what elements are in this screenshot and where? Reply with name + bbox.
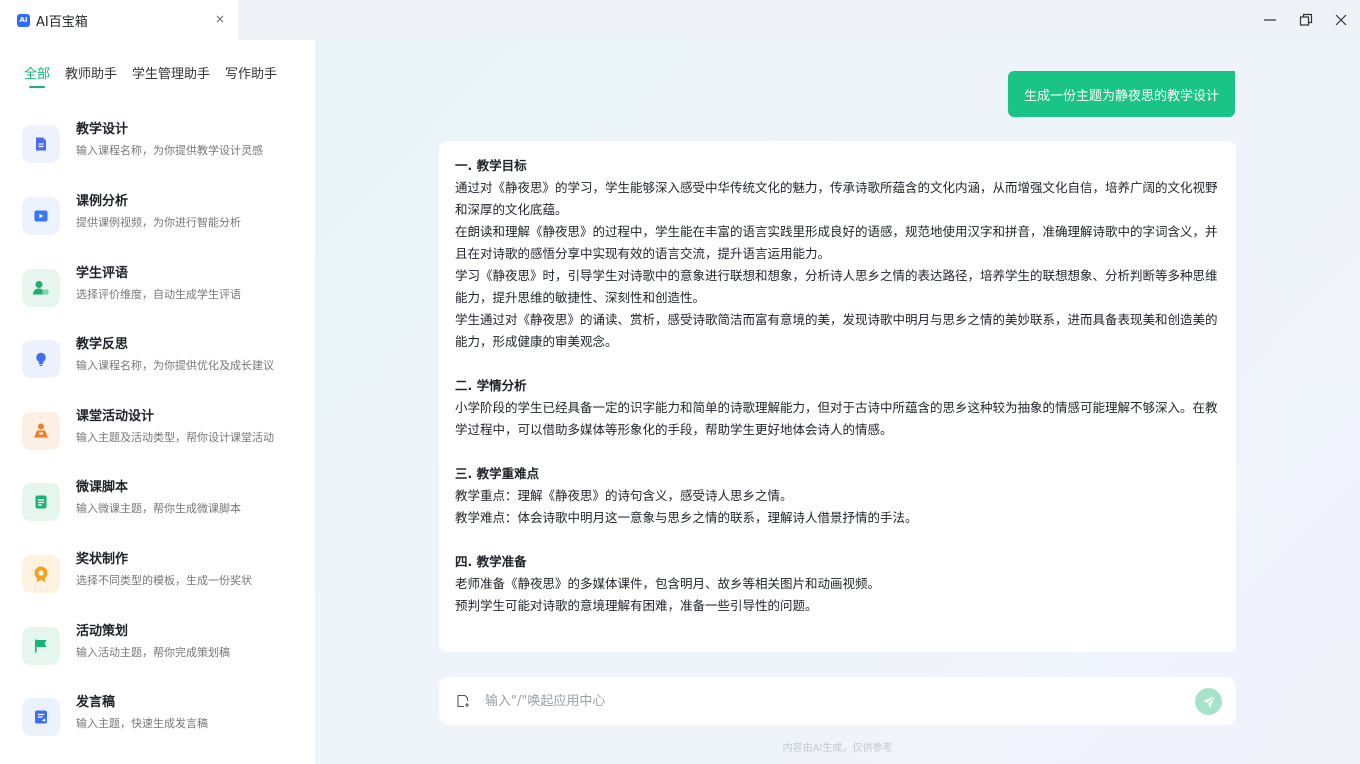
user-comment-icon bbox=[22, 269, 60, 307]
tool-class-activity-design[interactable]: 课堂活动设计 输入主题及活动类型，帮你设计课堂活动 bbox=[22, 405, 304, 461]
paragraph: 老师准备《静夜思》的多媒体课件，包含明月、故乡等相关图片和动画视频。 bbox=[455, 576, 881, 591]
tool-title: 课例分析 bbox=[76, 194, 129, 209]
ai-disclaimer: 内容由AI生成，仅供参考 bbox=[782, 743, 893, 754]
tab-writing-assistant[interactable]: 写作助手 bbox=[225, 67, 277, 89]
tool-certificate-maker[interactable]: 奖状制作 选择不同类型的模板，生成一份奖状 bbox=[22, 548, 304, 604]
tool-desc: 提供课例视频，为你进行智能分析 bbox=[76, 216, 241, 229]
answer-section-preparation: 四. 教学准备 老师准备《静夜思》的多媒体课件，包含明月、故乡等相关图片和动画视… bbox=[455, 551, 1220, 617]
answer-section-analysis: 二. 学情分析 小学阶段的学生已经具备一定的识字能力和简单的诗歌理解能力，但对于… bbox=[455, 375, 1220, 441]
activity-icon bbox=[22, 412, 60, 450]
send-icon bbox=[1202, 695, 1215, 708]
close-icon bbox=[1335, 14, 1347, 26]
section-title: 一. 教学目标 bbox=[455, 158, 527, 173]
paragraph: 学习《静夜思》时，引导学生对诗歌中的意象进行联想和想象，分析诗人思乡之情的表达路… bbox=[455, 268, 1218, 305]
tool-desc: 输入主题及活动类型，帮你设计课堂活动 bbox=[76, 431, 274, 444]
tool-event-planning[interactable]: 活动策划 输入活动主题，帮你完成策划稿 bbox=[22, 620, 304, 676]
title-bar: AI AI百宝箱 × bbox=[0, 0, 1360, 40]
tool-desc: 输入活动主题，帮你完成策划稿 bbox=[76, 646, 230, 659]
user-message-bubble: 生成一份主题为静夜思的教学设计 bbox=[1007, 71, 1235, 117]
section-title: 二. 学情分析 bbox=[455, 378, 527, 393]
chat-area: 生成一份主题为静夜思的教学设计 一. 教学目标 通过对《静夜思》的学习，学生能够… bbox=[315, 40, 1360, 764]
tool-title: 活动策划 bbox=[76, 624, 129, 639]
tool-title: 教学反思 bbox=[76, 337, 129, 352]
tool-desc: 选择评价维度，自动生成学生评语 bbox=[76, 288, 241, 301]
tool-desc: 输入主题，快速生成发言稿 bbox=[76, 717, 208, 730]
answer-section-key-points: 三. 教学重难点 教学重点：理解《静夜思》的诗句含义，感受诗人思乡之情。 教学难… bbox=[455, 463, 1220, 529]
new-chat-icon[interactable] bbox=[456, 694, 470, 708]
tool-lesson-analysis[interactable]: 课例分析 提供课例视频，为你进行智能分析 bbox=[22, 190, 304, 246]
tool-title: 微课脚本 bbox=[76, 480, 129, 495]
tool-title: 教学设计 bbox=[76, 122, 129, 137]
tool-speech-draft[interactable]: 发言稿 输入主题，快速生成发言稿 bbox=[22, 691, 304, 747]
paragraph: 教学难点：体会诗歌中明月这一意象与思乡之情的联系，理解诗人借景抒情的手法。 bbox=[455, 510, 918, 525]
tool-title: 课堂活动设计 bbox=[76, 409, 155, 424]
tab-title: AI百宝箱 bbox=[36, 14, 88, 30]
tab-student-management[interactable]: 学生管理助手 bbox=[132, 67, 210, 89]
paragraph: 教学重点：理解《静夜思》的诗句含义，感受诗人思乡之情。 bbox=[455, 488, 793, 503]
tool-teaching-reflection[interactable]: 教学反思 输入课程名称，为你提供优化及成长建议 bbox=[22, 333, 304, 389]
minimize-button[interactable] bbox=[1258, 8, 1282, 32]
flag-icon bbox=[22, 627, 60, 665]
award-icon bbox=[22, 555, 60, 593]
category-tabs: 全部 教师助手 学生管理助手 写作助手 bbox=[24, 67, 292, 89]
script-icon bbox=[22, 483, 60, 521]
sidebar: 全部 教师助手 学生管理助手 写作助手 教学设计 输入课程名称，为你提供教学设计… bbox=[0, 40, 315, 764]
tool-micro-lesson-script[interactable]: 微课脚本 输入微课主题，帮你生成微课脚本 bbox=[22, 476, 304, 532]
send-button[interactable] bbox=[1195, 688, 1222, 715]
tool-teaching-design[interactable]: 教学设计 输入课程名称，为你提供教学设计灵感 bbox=[22, 118, 304, 174]
section-title: 三. 教学重难点 bbox=[455, 466, 540, 481]
paragraph: 在朗读和理解《静夜思》的过程中，学生能在丰富的语言实践里形成良好的语感，规范地使… bbox=[455, 224, 1218, 261]
chat-input[interactable] bbox=[485, 689, 1175, 713]
close-window-button[interactable] bbox=[1329, 8, 1353, 32]
restore-button[interactable] bbox=[1294, 8, 1318, 32]
video-icon bbox=[22, 197, 60, 235]
chat-input-bar bbox=[439, 677, 1236, 725]
tool-title: 发言稿 bbox=[76, 695, 116, 710]
tab-all[interactable]: 全部 bbox=[24, 67, 50, 89]
restore-icon bbox=[1299, 13, 1313, 26]
close-tab-button[interactable]: × bbox=[213, 12, 227, 26]
tool-desc: 输入课程名称，为你提供优化及成长建议 bbox=[76, 359, 274, 372]
tool-desc: 输入微课主题，帮你生成微课脚本 bbox=[76, 502, 241, 515]
document-icon bbox=[22, 125, 60, 163]
paragraph: 通过对《静夜思》的学习，学生能够深入感受中华传统文化的魅力，传承诗歌所蕴含的文化… bbox=[455, 180, 1218, 217]
paragraph: 学生通过对《静夜思》的诵读、赏析，感受诗歌简洁而富有意境的美，发现诗歌中明月与思… bbox=[455, 312, 1218, 349]
tool-desc: 输入课程名称，为你提供教学设计灵感 bbox=[76, 144, 263, 157]
speech-icon bbox=[22, 698, 60, 736]
app-logo-icon: AI bbox=[17, 13, 30, 27]
paragraph: 小学阶段的学生已经具备一定的识字能力和简单的诗歌理解能力，但对于古诗中所蕴含的思… bbox=[455, 400, 1218, 437]
tool-title: 学生评语 bbox=[76, 266, 129, 281]
minimize-icon bbox=[1264, 19, 1276, 21]
tab-teacher-assistant[interactable]: 教师助手 bbox=[65, 67, 117, 89]
tool-student-comments[interactable]: 学生评语 选择评价维度，自动生成学生评语 bbox=[22, 262, 304, 318]
paragraph: 预判学生可能对诗歌的意境理解有困难，准备一些引导性的问题。 bbox=[455, 598, 818, 613]
tool-title: 奖状制作 bbox=[76, 552, 129, 567]
app-tab[interactable]: AI AI百宝箱 × bbox=[0, 0, 238, 40]
section-title: 四. 教学准备 bbox=[455, 554, 527, 569]
lightbulb-icon bbox=[22, 340, 60, 378]
answer-section-goals: 一. 教学目标 通过对《静夜思》的学习，学生能够深入感受中华传统文化的魅力，传承… bbox=[455, 155, 1220, 353]
tool-desc: 选择不同类型的模板，生成一份奖状 bbox=[76, 574, 252, 587]
ai-answer-card: 一. 教学目标 通过对《静夜思》的学习，学生能够深入感受中华传统文化的魅力，传承… bbox=[439, 141, 1236, 652]
